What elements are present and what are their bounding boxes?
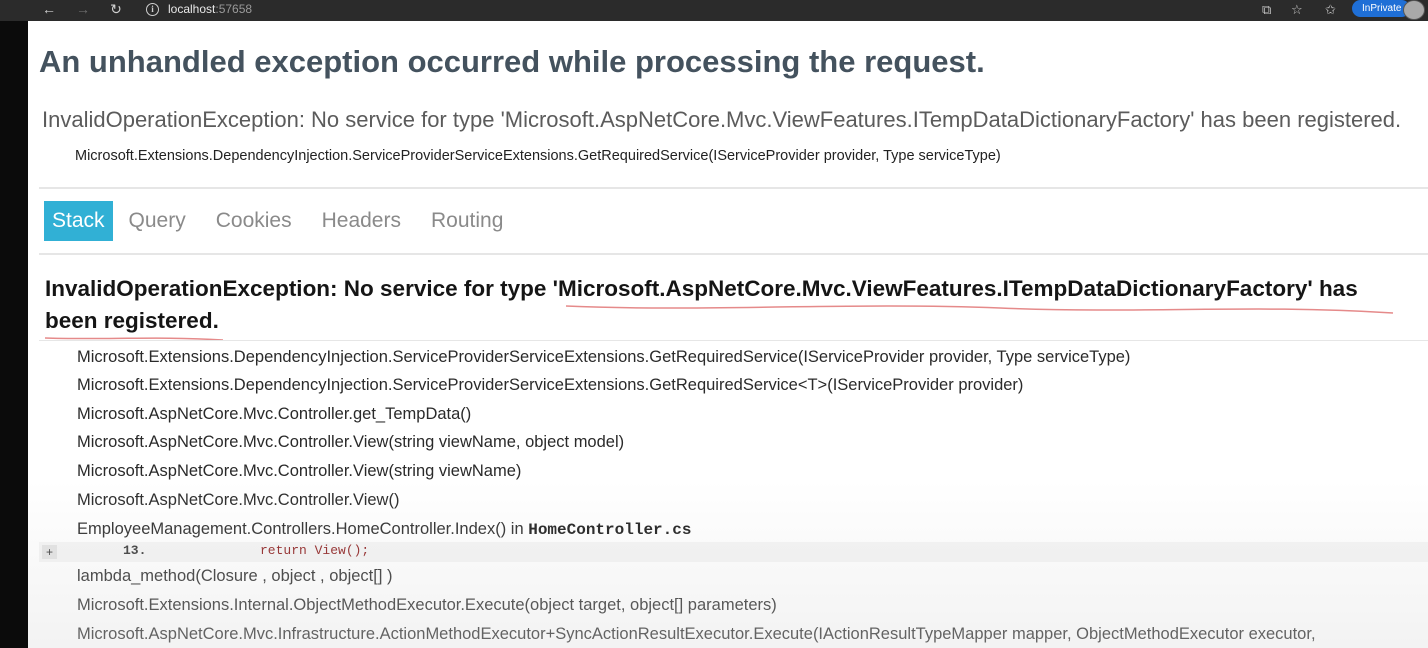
stack-frame: Microsoft.Extensions.Internal.ObjectMeth… [77, 596, 777, 614]
expand-source-button[interactable]: + [42, 545, 57, 559]
frame-file: HomeController.cs [528, 521, 692, 539]
stack-frame: Microsoft.AspNetCore.Mvc.Infrastructure.… [77, 625, 1316, 643]
stack-frame: Microsoft.AspNetCore.Mvc.Controller.View… [77, 433, 625, 451]
stack-divider [39, 340, 1428, 341]
stack-frame: Microsoft.AspNetCore.Mvc.Controller.get_… [77, 405, 472, 423]
stack-frame: Microsoft.AspNetCore.Mvc.Controller.View… [77, 462, 522, 480]
stack-frame: Microsoft.AspNetCore.Mvc.Controller.View… [77, 491, 400, 509]
stack-frame: lambda_method(Closure , object , object[… [77, 567, 393, 585]
source-code-text: return View(); [260, 543, 370, 558]
stack-frame: Microsoft.Extensions.DependencyInjection… [77, 348, 1131, 366]
source-code-row [39, 542, 1428, 562]
user-stack-frame: EmployeeManagement.Controllers.HomeContr… [77, 520, 691, 539]
frame-method: EmployeeManagement.Controllers.HomeContr… [77, 520, 529, 538]
stack-frame: Microsoft.Extensions.DependencyInjection… [77, 376, 1024, 394]
annotation-underline [44, 305, 1394, 341]
source-line-number: 13. [123, 543, 147, 558]
